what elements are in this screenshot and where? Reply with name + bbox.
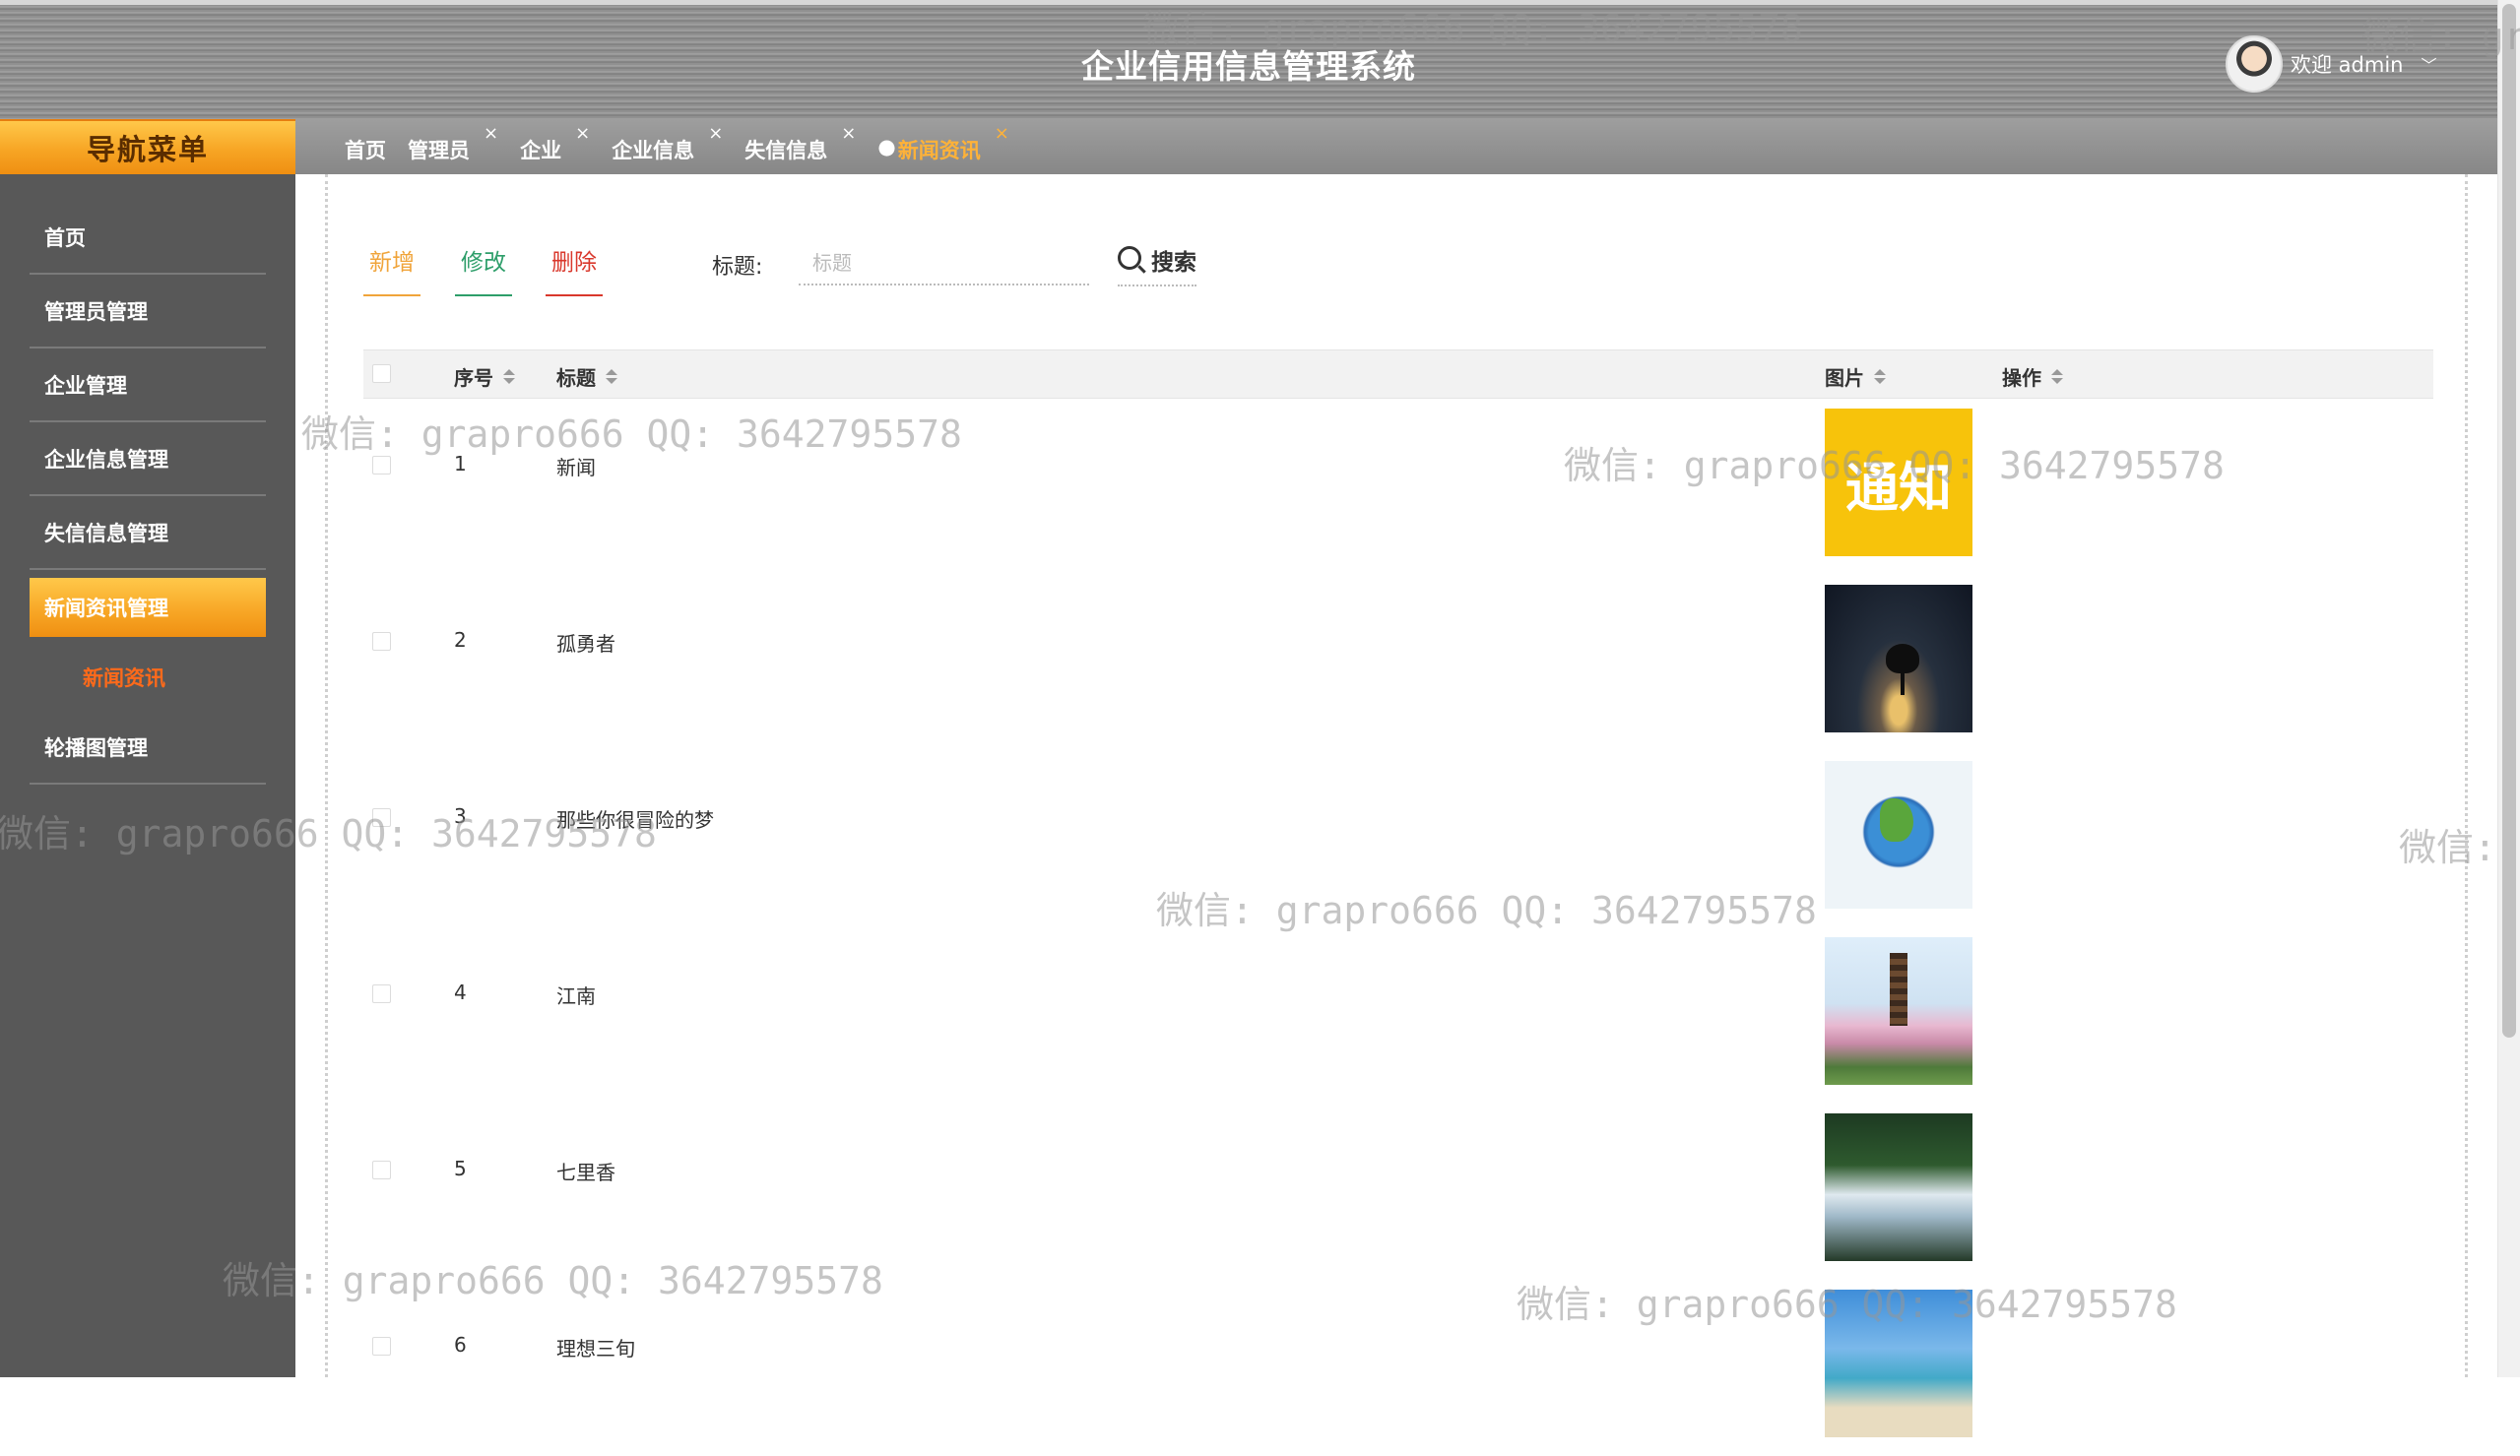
delete-button[interactable]: 删除 xyxy=(546,243,603,296)
tab-label: 失信信息 xyxy=(744,139,828,162)
row-image[interactable] xyxy=(1825,585,1972,732)
sidebar-item-home[interactable]: 首页 xyxy=(30,201,266,275)
column-header-index[interactable]: 序号 xyxy=(454,362,515,391)
tab-admin[interactable]: 管理员 × xyxy=(408,123,498,164)
column-header-image[interactable]: 图片 xyxy=(1825,362,1886,391)
sort-icon[interactable] xyxy=(503,369,515,384)
avatar[interactable] xyxy=(2226,35,2283,93)
scrollbar-thumb[interactable] xyxy=(2502,4,2516,1038)
row-index: 3 xyxy=(454,804,467,828)
table-header: 序号 标题 图片 操作 xyxy=(363,349,2433,399)
sidebar-item-news[interactable]: 新闻资讯管理 xyxy=(30,578,266,637)
search-input[interactable] xyxy=(799,241,1089,285)
sidebar-item-label: 企业信息管理 xyxy=(44,447,168,472)
search-icon xyxy=(1118,246,1141,270)
close-icon[interactable]: × xyxy=(708,123,723,144)
active-dot-icon: ● xyxy=(877,135,896,158)
row-title: 理想三旬 xyxy=(556,1337,635,1361)
user-menu[interactable]: 欢迎 admin ﹀ xyxy=(2226,34,2437,94)
nav-menu-title: 导航菜单 xyxy=(0,119,295,174)
tab-label: 企业信息 xyxy=(612,139,695,162)
top-header: 企业信用信息管理系统 欢迎 admin ﹀ xyxy=(0,0,2497,119)
table-row[interactable]: 5 七里香 xyxy=(363,1104,2433,1280)
sort-icon[interactable] xyxy=(606,369,617,384)
tab-dishonest-info[interactable]: 失信信息 × xyxy=(744,123,856,164)
sidebar-item-dishonest-info[interactable]: 失信信息管理 xyxy=(30,496,266,570)
column-label: 标题 xyxy=(556,366,596,390)
sort-icon[interactable] xyxy=(2051,369,2063,384)
close-icon[interactable]: × xyxy=(484,123,498,144)
row-image[interactable]: 通知 xyxy=(1825,409,1972,556)
table-row[interactable]: 1 新闻 通知 xyxy=(363,399,2433,575)
sidebar-item-admin[interactable]: 管理员管理 xyxy=(30,275,266,348)
table-row[interactable]: 4 江南 xyxy=(363,927,2433,1104)
sidebar: 首页 管理员管理 企业管理 企业信息管理 失信信息管理 新闻资讯管理 新闻资讯 … xyxy=(0,174,295,1377)
row-title: 七里香 xyxy=(556,1161,615,1184)
sidebar-item-carousel[interactable]: 轮播图管理 xyxy=(30,711,266,785)
add-button[interactable]: 新增 xyxy=(363,243,420,296)
row-index: 1 xyxy=(454,452,467,475)
row-image[interactable] xyxy=(1825,761,1972,909)
row-checkbox[interactable] xyxy=(372,632,391,651)
edit-button[interactable]: 修改 xyxy=(455,243,512,296)
sidebar-subitem-news[interactable]: 新闻资讯 xyxy=(83,663,280,692)
row-image[interactable] xyxy=(1825,1290,1972,1437)
row-index: 2 xyxy=(454,628,467,652)
search-button[interactable]: 搜索 xyxy=(1118,243,1196,286)
select-all-checkbox[interactable] xyxy=(372,364,391,383)
tab-label: 企业 xyxy=(520,139,562,162)
row-index: 6 xyxy=(454,1333,467,1357)
tab-home[interactable]: 首页 xyxy=(345,129,386,164)
close-icon[interactable]: × xyxy=(841,123,856,144)
column-label: 序号 xyxy=(454,366,493,390)
table-row[interactable]: 6 理想三旬 xyxy=(363,1280,2433,1456)
tab-enterprise-info[interactable]: 企业信息 × xyxy=(612,123,723,164)
page-scrollbar[interactable] xyxy=(2497,0,2520,1377)
app-title: 企业信用信息管理系统 xyxy=(1081,47,1416,86)
table-row[interactable]: 2 孤勇者 xyxy=(363,575,2433,751)
row-index: 4 xyxy=(454,981,467,1004)
row-index: 5 xyxy=(454,1157,467,1180)
chevron-down-icon[interactable]: ﹀ xyxy=(2421,52,2436,76)
row-checkbox[interactable] xyxy=(372,1337,391,1356)
tab-label: 管理员 xyxy=(408,139,470,162)
row-image[interactable] xyxy=(1825,1113,1972,1261)
row-checkbox[interactable] xyxy=(372,808,391,827)
row-checkbox[interactable] xyxy=(372,984,391,1003)
tab-enterprise[interactable]: 企业 × xyxy=(520,123,590,164)
sidebar-item-enterprise-info[interactable]: 企业信息管理 xyxy=(30,422,266,496)
sidebar-item-label: 管理员管理 xyxy=(44,299,148,324)
close-icon[interactable]: × xyxy=(995,123,1009,144)
row-title: 江南 xyxy=(556,984,596,1008)
welcome-text: 欢迎 admin xyxy=(2291,53,2404,77)
row-title: 那些你很冒险的梦 xyxy=(556,808,714,832)
table-row[interactable]: 3 那些你很冒险的梦 xyxy=(363,751,2433,927)
main-content: 新增 修改 删除 标题: 搜索 序号 标题 图片 操作 1 新闻 通知 xyxy=(325,174,2468,1437)
sidebar-item-label: 首页 xyxy=(44,225,86,250)
tab-label: 新闻资讯 xyxy=(897,139,981,162)
search-label: 标题: xyxy=(712,255,763,280)
row-image[interactable] xyxy=(1825,937,1972,1085)
tab-news[interactable]: ● 新闻资讯 × xyxy=(877,123,1008,164)
sidebar-item-label: 新闻资讯管理 xyxy=(44,597,168,620)
sort-icon[interactable] xyxy=(1874,369,1886,384)
tab-bar: 首页 管理员 × 企业 × 企业信息 × 失信信息 × ● 新闻资讯 × xyxy=(295,119,2497,174)
column-label: 操作 xyxy=(2002,366,2041,390)
tab-label: 首页 xyxy=(345,139,386,162)
column-header-title[interactable]: 标题 xyxy=(556,362,617,391)
row-checkbox[interactable] xyxy=(372,456,391,475)
row-title: 新闻 xyxy=(556,456,596,479)
sidebar-item-enterprise[interactable]: 企业管理 xyxy=(30,348,266,422)
sidebar-item-label: 轮播图管理 xyxy=(44,735,148,760)
sidebar-item-label: 企业管理 xyxy=(44,373,127,398)
row-checkbox[interactable] xyxy=(372,1161,391,1179)
image-text: 通知 xyxy=(1845,455,1952,519)
column-label: 图片 xyxy=(1825,366,1864,390)
row-title: 孤勇者 xyxy=(556,632,615,656)
column-header-actions[interactable]: 操作 xyxy=(2002,362,2063,391)
close-icon[interactable]: × xyxy=(575,123,590,144)
search-button-label: 搜索 xyxy=(1151,250,1196,276)
sidebar-item-label: 失信信息管理 xyxy=(44,521,168,545)
